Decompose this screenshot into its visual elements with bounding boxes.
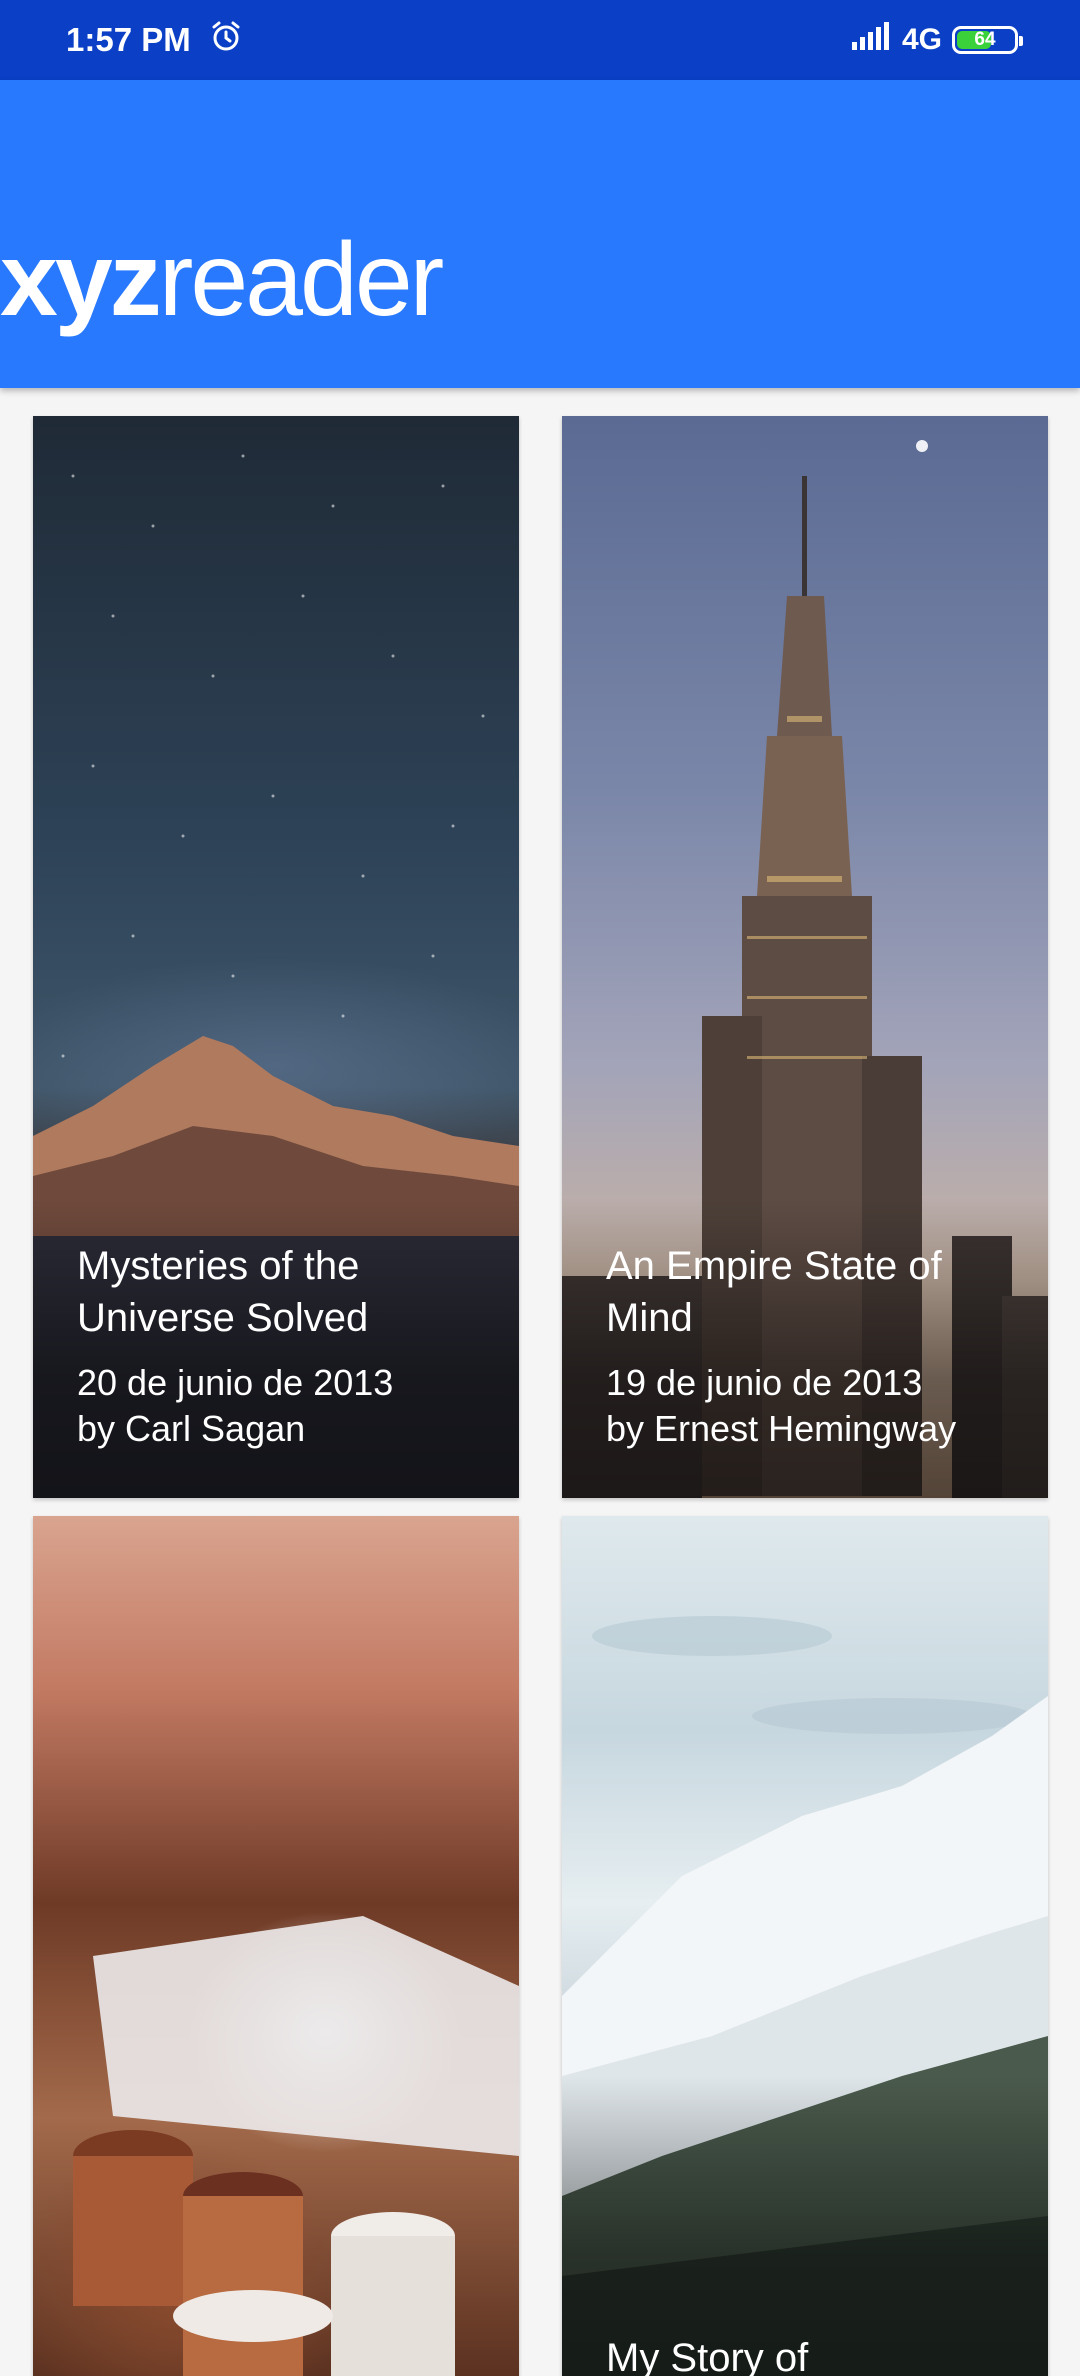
- article-card[interactable]: Mysteries of the Universe Solved 20 de j…: [33, 416, 519, 1498]
- logo-light-part: reader: [158, 222, 445, 338]
- article-title: My Story of: [606, 2336, 809, 2376]
- app-bar: xyzreader: [0, 80, 1080, 388]
- network-type: 4G: [901, 23, 942, 56]
- coffee-mugs-image: [73, 1916, 519, 2376]
- article-info: Mysteries of the Universe Solved 20 de j…: [77, 1240, 499, 1452]
- logo-bold-part: xyz: [0, 222, 162, 338]
- article-info: An Empire State of Mind 19 de junio de 2…: [606, 1240, 1028, 1452]
- article-info: My Story of: [606, 2332, 1028, 2376]
- status-bar-left: 1:57 PM: [66, 19, 243, 61]
- status-bar: 1:57 PM 4G 64: [0, 0, 1080, 80]
- card-gradient-overlay: [562, 2076, 1048, 2376]
- article-thumbnail: [33, 1516, 519, 2376]
- battery-icon: 64: [952, 26, 1023, 54]
- article-card[interactable]: An Empire State of Mind 19 de junio de 2…: [562, 416, 1048, 1498]
- article-title: Mysteries of the Universe Solved: [77, 1244, 369, 1340]
- article-card[interactable]: [33, 1516, 519, 2376]
- status-bar-right: 4G 64: [851, 22, 1023, 58]
- article-date: 19 de junio de 2013: [606, 1362, 923, 1403]
- article-author: by Carl Sagan: [77, 1408, 306, 1449]
- battery-level: 64: [974, 29, 996, 50]
- article-card[interactable]: My Story of: [562, 1516, 1048, 2376]
- alarm-clock-icon: [209, 19, 243, 61]
- article-author: by Ernest Hemingway: [606, 1408, 957, 1449]
- article-title: An Empire State of Mind: [606, 1244, 942, 1340]
- app-logo: xyzreader: [0, 228, 444, 332]
- article-date: 20 de junio de 2013: [77, 1362, 394, 1403]
- status-time: 1:57 PM: [66, 21, 191, 58]
- battery-tip: [1019, 36, 1023, 46]
- cell-signal-icon: [851, 22, 892, 58]
